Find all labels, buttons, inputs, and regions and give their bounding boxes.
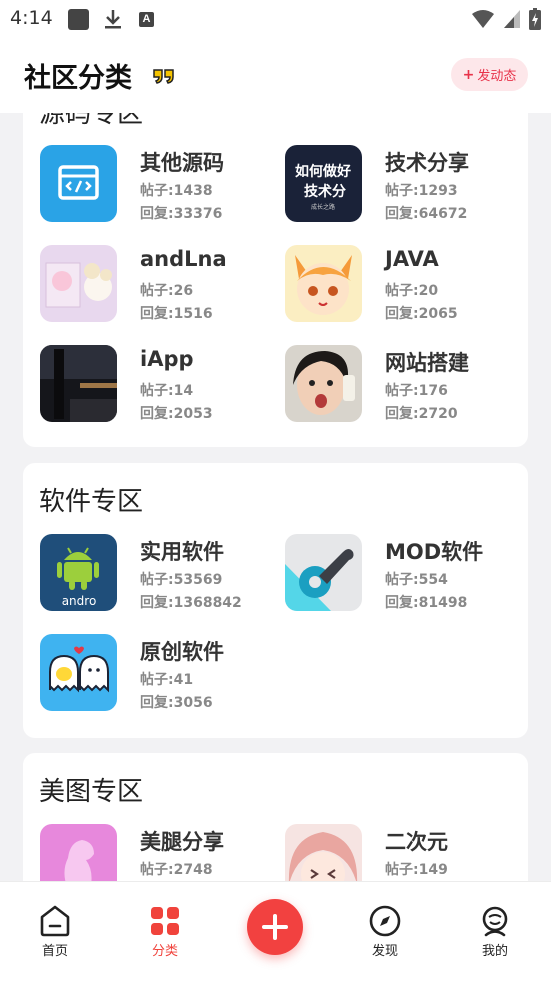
category-thumbnail [285,824,362,881]
font-icon: A [139,12,154,27]
category-name: JAVA [385,247,439,271]
category-item-java[interactable]: JAVA 帖子:20 回复:2065 [285,245,520,323]
post-count: 帖子:26 [140,283,194,299]
post-count: 帖子:53569 [140,572,223,588]
category-list[interactable]: 源码专区 其他源码 帖子:1438 回复:33376 如何做好 技术分 成长之路… [0,113,551,881]
compass-icon [369,905,401,937]
page-title: 社区分类 [24,63,132,94]
category-name: 实用软件 [140,540,224,564]
nav-home-label: 首页 [41,944,68,959]
category-grid-icon [151,907,179,935]
category-item-iapp[interactable]: iApp 帖子:14 回复:2053 [40,345,275,423]
profile-icon [482,906,508,937]
section-title: 美图专区 [39,777,144,807]
reply-count: 回复:2065 [385,306,458,322]
category-name: 二次元 [385,830,448,854]
wifi-icon [472,10,494,28]
reply-count: 回复:33376 [140,206,223,222]
category-item-tech-share[interactable]: 如何做好 技术分 成长之路 技术分享 帖子:1293 回复:64672 [285,145,520,223]
nav-discover-label: 发现 [371,944,398,959]
category-thumbnail [40,145,117,222]
reply-count: 回复:1368842 [140,595,242,611]
reply-count: 回复:2720 [385,406,458,422]
post-update-label: 发动态 [477,69,517,84]
home-icon [40,905,70,937]
category-thumbnail [40,824,117,881]
category-thumbnail: 如何做好 技术分 成长之路 [285,145,362,222]
category-thumbnail [285,345,362,422]
post-count: 帖子:41 [140,672,194,688]
gallery-icon [68,9,89,30]
status-bar: 4:14 A [0,0,551,38]
plus-icon: + [462,66,475,83]
nav-category[interactable]: 分类 [135,904,195,959]
category-thumbnail [40,634,117,711]
nav-category-label: 分类 [151,944,178,959]
bottom-navigation: 首页 分类 发现 我的 [0,881,551,981]
section-card-images: 美图专区 美腿分享 帖子:2748 二次元 帖子:149 [23,753,528,881]
download-icon [105,10,121,29]
thumb-text-line1: 如何做好 [295,163,351,180]
thumb-text: andro [62,594,97,608]
nav-home[interactable]: 首页 [25,904,85,959]
post-update-button[interactable]: + 发动态 [451,58,528,91]
category-item-anime[interactable]: 二次元 帖子:149 [285,824,520,881]
status-time: 4:14 [10,7,53,29]
post-count: 帖子:149 [385,862,448,878]
category-thumbnail [285,245,362,322]
quote-icon [153,69,174,84]
category-thumbnail: andro [40,534,117,611]
reply-count: 回复:2053 [140,406,213,422]
category-name: MOD软件 [385,540,484,564]
thumb-text-line3: 成长之路 [311,203,335,211]
thumb-text-line2: 技术分 [304,183,346,200]
category-name: 美腿分享 [140,830,224,854]
category-name: andLna [140,247,227,271]
reply-count: 回复:3056 [140,695,213,711]
category-item-andlna[interactable]: andLna 帖子:26 回复:1516 [40,245,275,323]
post-count: 帖子:1438 [140,183,213,199]
category-name: 技术分享 [385,151,469,175]
category-thumbnail [40,345,117,422]
post-count: 帖子:2748 [140,862,213,878]
nav-mine-label: 我的 [481,944,508,959]
create-post-button[interactable] [247,899,303,955]
category-thumbnail [285,534,362,611]
category-item-legs-share[interactable]: 美腿分享 帖子:2748 [40,824,275,881]
app-header: 社区分类 + 发动态 [0,38,551,113]
category-item-website-build[interactable]: 网站搭建 帖子:176 回复:2720 [285,345,520,423]
category-name: iApp [140,347,194,371]
post-count: 帖子:20 [385,283,439,299]
category-item-mod-software[interactable]: MOD软件 帖子:554 回复:81498 [285,534,520,612]
reply-count: 回复:81498 [385,595,468,611]
category-name: 网站搭建 [385,351,469,375]
section-title: 源码专区 [39,113,144,129]
category-item-other-source[interactable]: 其他源码 帖子:1438 回复:33376 [40,145,275,223]
section-card-source: 源码专区 其他源码 帖子:1438 回复:33376 如何做好 技术分 成长之路… [23,113,528,447]
post-count: 帖子:176 [385,383,448,399]
category-item-useful-software[interactable]: andro 实用软件 帖子:53569 回复:1368842 [40,534,275,612]
nav-mine[interactable]: 我的 [465,904,525,959]
signal-icon [504,10,520,28]
category-name: 原创软件 [140,640,224,664]
plus-icon [262,914,288,940]
reply-count: 回复:1516 [140,306,213,322]
post-count: 帖子:554 [385,572,448,588]
category-item-original-software[interactable]: 原创软件 帖子:41 回复:3056 [40,634,275,712]
nav-discover[interactable]: 发现 [355,904,415,959]
post-count: 帖子:14 [140,383,194,399]
battery-icon [529,8,541,30]
section-title: 软件专区 [39,487,144,517]
post-count: 帖子:1293 [385,183,458,199]
category-name: 其他源码 [140,151,224,175]
category-thumbnail [40,245,117,322]
section-card-software: 软件专区 andro 实用软件 帖子:53569 回复:1368842 MOD软… [23,463,528,738]
reply-count: 回复:64672 [385,206,468,222]
